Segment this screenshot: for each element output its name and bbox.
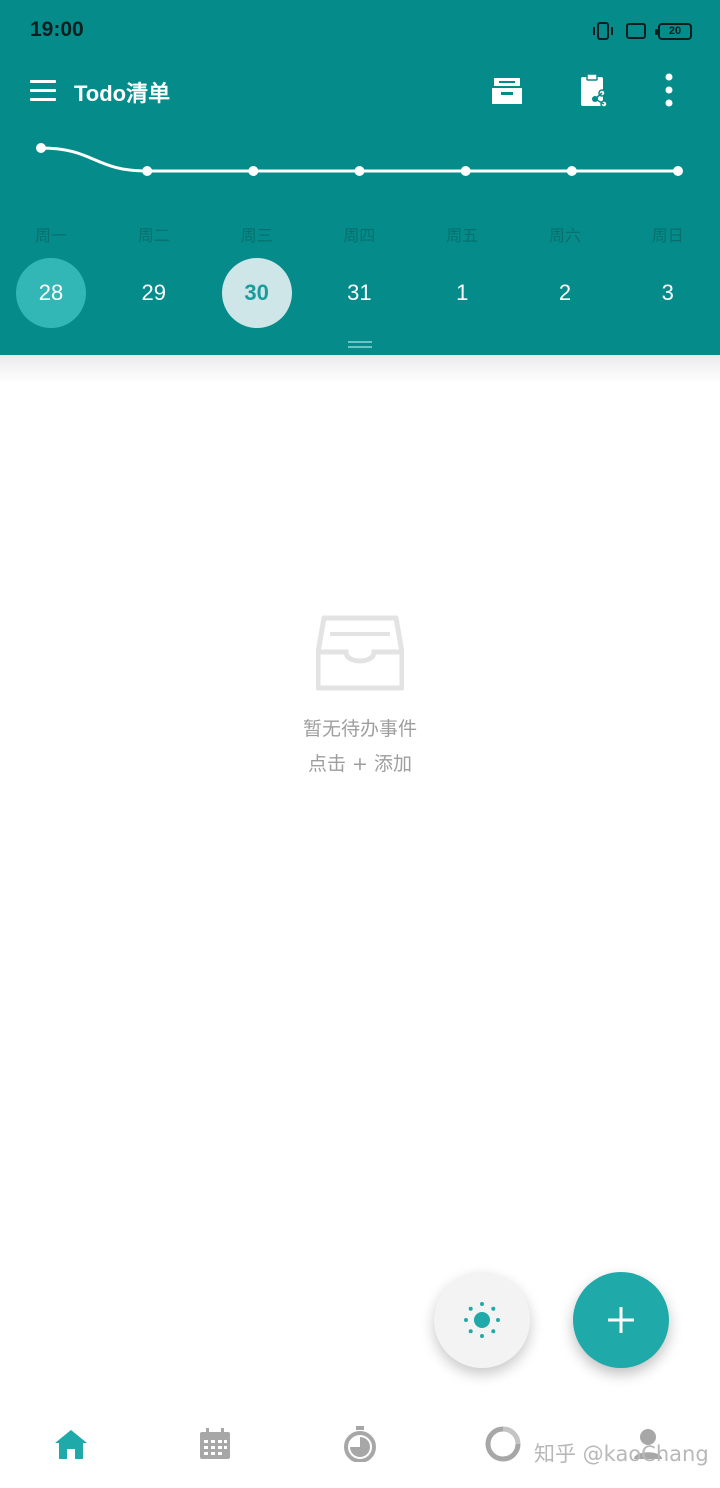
watermark-text: 知乎 @kaoChang [534, 1442, 709, 1466]
inbox-button[interactable] [487, 70, 527, 110]
sim-card-icon [626, 23, 646, 39]
plus-icon [608, 1307, 634, 1333]
weekday-label: 周三 [240, 226, 273, 245]
timer-icon [344, 1426, 376, 1462]
clipboard-share-button[interactable] [573, 70, 613, 110]
date-cell[interactable]: 3 [633, 258, 703, 328]
nav-stats[interactable] [473, 1420, 533, 1468]
battery-icon: 20 [655, 22, 692, 40]
vibrate-icon [593, 22, 613, 40]
empty-state-title: 暂无待办事件 [302, 718, 417, 740]
week-chart [36, 143, 683, 176]
status-time: 19:00 [30, 18, 84, 41]
data-point [354, 166, 365, 176]
date-cell[interactable]: 1 [427, 258, 497, 328]
data-point [673, 166, 683, 176]
header-shadow [0, 355, 720, 383]
drag-handle[interactable] [348, 341, 372, 348]
nav-home[interactable] [41, 1420, 101, 1468]
more-options-button[interactable] [649, 70, 689, 110]
weekday-label: 周五 [446, 226, 479, 245]
app-header: 19:00 20 Todo清单 周一 28 周二 29 周三 30 周四 31 … [0, 0, 720, 355]
date-cell[interactable]: 31 [324, 258, 394, 328]
date-cell[interactable]: 28 [16, 258, 86, 328]
data-point [460, 166, 471, 176]
home-icon [55, 1430, 87, 1459]
more-vert-icon [665, 73, 673, 107]
ring-chart-icon [485, 1426, 521, 1462]
add-todo-fab[interactable] [573, 1272, 669, 1368]
empty-state-hint: 点击 + 添加 [308, 753, 412, 775]
inbox-icon [492, 78, 522, 104]
data-point [142, 166, 153, 176]
weekday-label: 周日 [651, 226, 684, 245]
date-cell[interactable]: 2 [530, 258, 600, 328]
menu-icon[interactable] [30, 78, 56, 102]
sun-icon [464, 1302, 500, 1338]
app-title: Todo清单 [74, 81, 171, 106]
weekday-label: 周四 [343, 226, 376, 245]
weekday-label: 周二 [137, 226, 170, 245]
clipboard-share-icon [581, 73, 608, 108]
date-cell[interactable]: 30 [221, 258, 292, 328]
weekday-label: 周六 [548, 226, 581, 245]
nav-timer[interactable] [330, 1420, 390, 1468]
weekday-label: 周一 [34, 226, 67, 245]
calendar-icon [200, 1428, 230, 1459]
nav-calendar[interactable] [185, 1420, 245, 1468]
theme-fab[interactable] [434, 1272, 530, 1368]
data-point [566, 166, 577, 176]
date-cell[interactable]: 29 [119, 258, 189, 328]
data-point [36, 143, 46, 153]
status-icons: 20 [592, 20, 692, 42]
empty-inbox-icon [316, 615, 404, 691]
data-point [248, 166, 259, 176]
